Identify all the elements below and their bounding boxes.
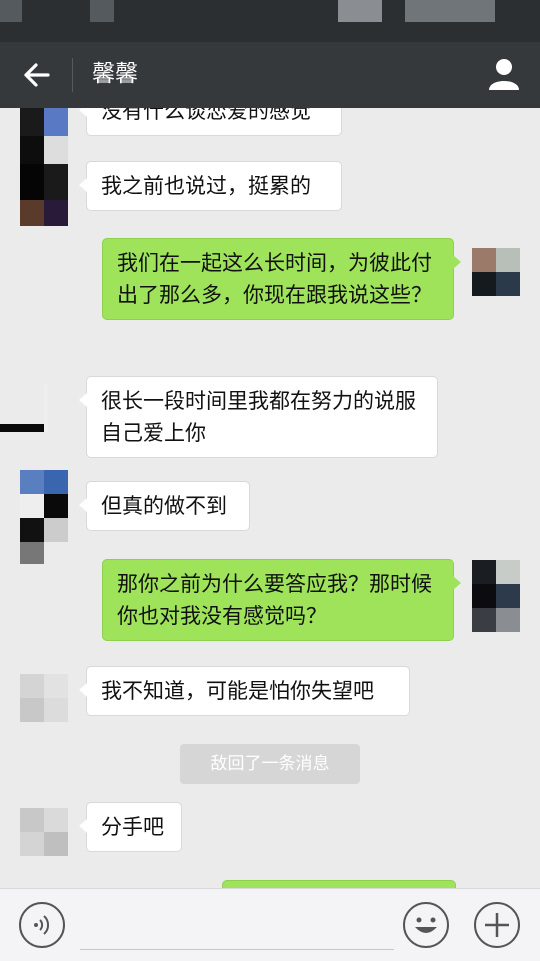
contact-avatar[interactable] <box>0 384 48 432</box>
message-text: 我之前也说过，挺累的 <box>101 174 311 198</box>
message-bubble[interactable]: 那你之前为什么要答应我？那时候你也对我没有感觉吗？ <box>102 559 461 641</box>
message-bubble[interactable]: 但真的做不到 <box>79 481 250 531</box>
message-bubble[interactable]: 很长一段时间里我都在努力的说服自己爱上你 <box>79 376 438 458</box>
message-text: 没有什么谈恋爱的感觉 <box>101 108 311 123</box>
status-bar-blur <box>405 0 495 22</box>
status-bar-blur <box>90 0 114 22</box>
message-text: 但真的做不到 <box>101 494 227 518</box>
my-avatar[interactable] <box>472 560 520 632</box>
contact-avatar[interactable] <box>20 808 68 856</box>
message-text: 我们在一起这么长时间，为彼此付出了那么多，你现在跟我说这些？ <box>117 251 432 307</box>
chat-header: 馨馨 <box>0 42 540 108</box>
more-button[interactable] <box>473 901 521 949</box>
message-text: 那你之前为什么要答应我？那时候你也对我没有感觉吗？ <box>117 572 432 628</box>
message-bubble-partial[interactable] <box>222 880 456 888</box>
emoji-icon <box>403 902 449 948</box>
plus-icon <box>474 902 520 948</box>
message-bubble[interactable]: 我不知道，可能是怕你失望吧 <box>79 666 410 716</box>
chat-title: 馨馨 <box>92 61 138 87</box>
back-button[interactable] <box>20 59 54 91</box>
message-bubble[interactable]: 我们在一起这么长时间，为彼此付出了那么多，你现在跟我说这些？ <box>102 238 461 320</box>
input-bar <box>0 888 540 961</box>
message-bubble[interactable]: 分手吧 <box>79 802 182 852</box>
status-bar-blur <box>0 0 22 22</box>
message-text: 分手吧 <box>101 815 164 839</box>
message-text: 很长一段时间里我都在努力的说服自己爱上你 <box>101 389 416 445</box>
message-bubble[interactable]: 我之前也说过，挺累的 <box>79 161 342 211</box>
contact-avatar[interactable] <box>20 674 68 722</box>
message-text: 我不知道，可能是怕你失望吧 <box>101 679 374 703</box>
status-bar-blur <box>338 0 382 22</box>
voice-icon <box>19 902 65 948</box>
my-avatar[interactable] <box>472 248 520 296</box>
message-bubble[interactable]: 没有什么谈恋爱的感觉 <box>79 108 342 136</box>
contact-avatar[interactable] <box>20 108 68 226</box>
profile-button[interactable] <box>486 56 522 92</box>
emoji-button[interactable] <box>402 901 450 949</box>
status-bar <box>0 0 540 42</box>
contact-avatar[interactable] <box>20 470 68 564</box>
voice-button[interactable] <box>18 901 66 949</box>
recall-notice: 敌回了一条消息 <box>180 744 360 784</box>
message-input[interactable] <box>80 903 394 950</box>
arrow-left-icon <box>24 63 50 87</box>
header-divider <box>72 58 73 92</box>
person-icon <box>489 59 519 90</box>
chat-area[interactable]: 没有什么谈恋爱的感觉 我之前也说过，挺累的 我们在一起这么长时间，为彼此付出了那… <box>0 108 540 888</box>
